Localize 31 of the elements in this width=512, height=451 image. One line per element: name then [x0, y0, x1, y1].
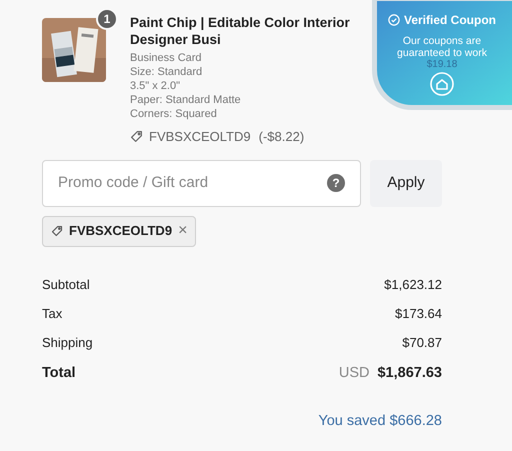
product-detail: Business Card	[130, 51, 203, 65]
help-icon[interactable]: ?	[327, 174, 345, 192]
coupon-code: FVBSXCEOLTD9	[149, 128, 251, 146]
product-detail: 3.5" x 2.0"	[130, 79, 182, 93]
summary-label: Shipping	[42, 334, 93, 352]
summary-value: $1,623.12	[384, 276, 442, 294]
panel-title: Verified Coupon	[404, 12, 496, 29]
panel-text: Our coupons are guaranteed to work	[396, 35, 488, 59]
home-icon	[430, 72, 454, 96]
apply-button[interactable]: Apply	[370, 160, 442, 206]
check-circle-icon	[388, 14, 400, 26]
summary-label: Subtotal	[42, 276, 90, 294]
promo-field[interactable]: Promo code / Gift card ?	[42, 160, 361, 206]
product-detail: Size: Standard	[130, 65, 204, 79]
total-value: $1,867.63	[377, 364, 442, 384]
tag-icon	[51, 225, 63, 237]
summary-value: $173.64	[395, 305, 442, 324]
remove-button[interactable]: ×	[178, 223, 188, 239]
total-label: Total	[42, 364, 76, 384]
coupon-discount: (-$8.22)	[258, 128, 304, 146]
currency-label: USD	[338, 364, 370, 384]
product-detail: Corners: Squared	[130, 107, 218, 121]
item-price: $19.18	[426, 59, 458, 70]
tag-icon	[130, 130, 143, 144]
summary-value: $70.87	[402, 334, 442, 352]
applied-code: FVBSXCEOLTD9	[69, 222, 172, 240]
product-title: Paint Chip | Editable Color Interior Designer Busi	[130, 14, 351, 48]
quantity-badge: 1	[96, 8, 118, 30]
summary-label: Tax	[42, 305, 62, 324]
product-detail: Paper: Standard Matte	[130, 93, 242, 107]
savings-text: You saved $666.28	[318, 412, 442, 430]
